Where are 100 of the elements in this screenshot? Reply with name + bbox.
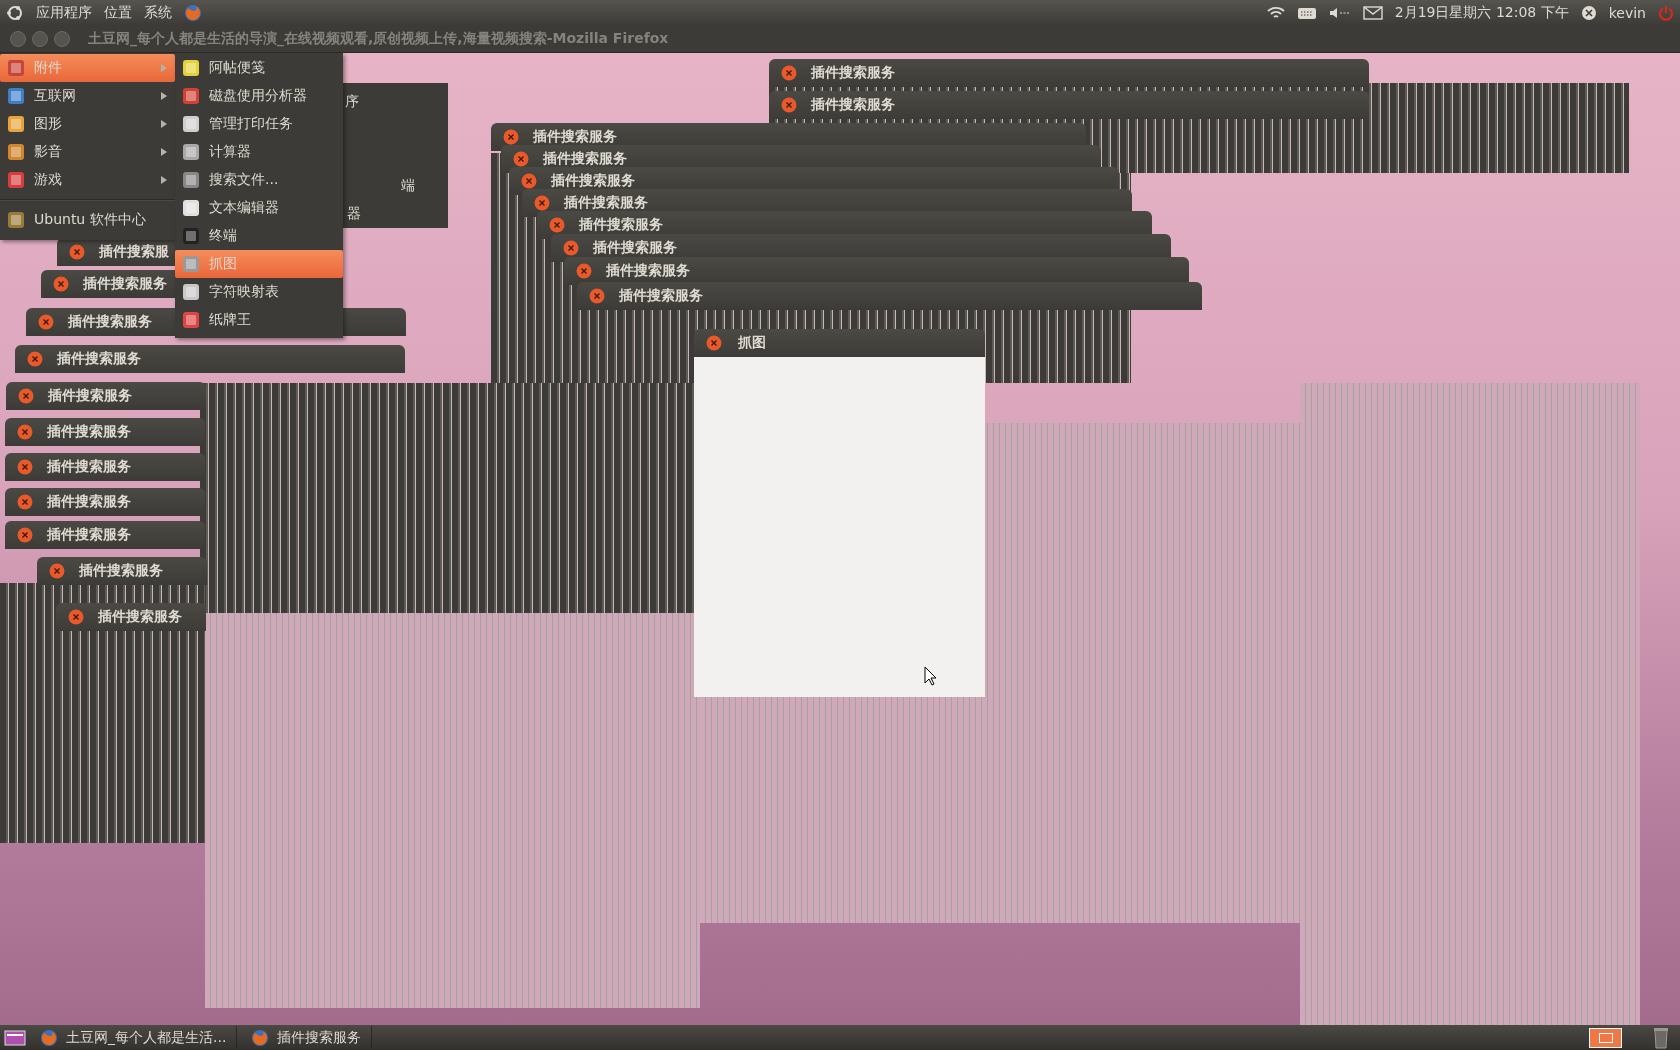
dialog-title: 插件搜索服务 (47, 526, 131, 544)
close-icon[interactable] (68, 609, 84, 625)
app-icon (181, 114, 201, 134)
app-icon (181, 226, 201, 246)
menu-item[interactable]: 纸牌王 (175, 306, 343, 334)
close-icon[interactable] (17, 424, 33, 440)
submenu-arrow-icon (161, 176, 167, 184)
app-icon (181, 282, 201, 302)
close-icon[interactable] (521, 173, 537, 189)
close-icon[interactable] (589, 288, 605, 304)
close-icon[interactable] (17, 494, 33, 510)
menu-item[interactable]: Ubuntu 软件中心 (0, 206, 175, 234)
menu-item[interactable]: 游戏 (0, 166, 175, 194)
dialog-title: 插件搜索服务 (543, 150, 627, 168)
submenu-arrow-icon (161, 64, 167, 72)
firefox-icon[interactable] (40, 1028, 58, 1047)
close-icon[interactable] (38, 314, 54, 330)
menu-item[interactable]: 搜索文件... (175, 166, 343, 194)
submenu-arrow-icon (161, 92, 167, 100)
dialog-title: 插件搜索服务 (811, 96, 895, 114)
firefox-icon[interactable] (184, 3, 202, 22)
menu-item[interactable]: 阿帖便笺 (175, 54, 343, 82)
menu-item[interactable]: 磁盘使用分析器 (175, 82, 343, 110)
panel-menu[interactable]: 系统 (144, 3, 172, 22)
close-icon[interactable] (563, 240, 579, 256)
dialog-title: 插件搜索服务 (47, 458, 131, 476)
show-desktop-icon[interactable] (4, 1028, 26, 1047)
close-icon[interactable] (69, 244, 85, 260)
menu-item[interactable]: 管理打印任务 (175, 110, 343, 138)
close-icon[interactable] (576, 263, 592, 279)
app-icon (6, 142, 26, 162)
menu-item[interactable]: 影音 (0, 138, 175, 166)
user-name[interactable]: kevin (1608, 4, 1646, 21)
dialog-title: 插件搜索服务 (68, 313, 152, 331)
app-icon (6, 86, 26, 106)
app-icon (6, 114, 26, 134)
close-icon[interactable] (17, 459, 33, 475)
dialog-title: 插件搜索服务 (579, 216, 663, 234)
app-icon (181, 310, 201, 330)
dialog-title: 插件搜索服务 (811, 64, 895, 82)
window-thumbnail-icon (1598, 1032, 1613, 1043)
taskbar-button[interactable]: 插件搜索服务 (241, 1026, 373, 1049)
app-icon (181, 198, 201, 218)
dialog-title: 插件搜索服 (99, 243, 169, 261)
dialog-title: 插件搜索服务 (48, 387, 132, 405)
menu-item[interactable]: 字符映射表 (175, 278, 343, 306)
close-icon[interactable] (781, 97, 797, 113)
panel-menu[interactable]: 应用程序 (36, 3, 92, 22)
close-icon[interactable] (781, 65, 797, 81)
submenu-arrow-icon (161, 120, 167, 128)
taskbar-button[interactable]: 土豆网_每个人都是生活... (30, 1026, 238, 1049)
close-icon[interactable] (706, 335, 722, 351)
close-icon[interactable] (49, 563, 65, 579)
submenu-arrow-icon (161, 148, 167, 156)
app-icon (6, 210, 26, 230)
close-icon[interactable] (17, 527, 33, 543)
dialog-title: 抓图 (738, 334, 766, 352)
workspace-switcher[interactable] (1589, 1027, 1622, 1048)
clock[interactable]: 2月19日星期六 12:08 下午 (1394, 3, 1569, 22)
mail-icon[interactable] (1362, 5, 1383, 20)
mouse-pointer-icon (924, 666, 938, 686)
dialog-title: 插件搜索服务 (79, 562, 163, 580)
close-icon[interactable] (18, 388, 34, 404)
app-icon (181, 254, 201, 274)
close-icon[interactable] (513, 151, 529, 167)
app-icon (181, 58, 201, 78)
app-icon (181, 86, 201, 106)
dialog-title: 插件搜索服务 (57, 350, 141, 368)
volume-icon[interactable] (1328, 5, 1351, 20)
app-icon (181, 142, 201, 162)
menu-item[interactable]: 互联网 (0, 82, 175, 110)
wifi-icon[interactable] (1266, 5, 1285, 20)
dialog-title: 插件搜索服务 (606, 262, 690, 280)
keyboard-icon[interactable] (1296, 5, 1317, 20)
dialog-title: 插件搜索服务 (47, 423, 131, 441)
menu-item[interactable]: 文本编辑器 (175, 194, 343, 222)
user-status-icon[interactable] (1580, 4, 1597, 21)
dialog-title: 插件搜索服务 (533, 128, 617, 146)
fragment-text: 序 (345, 93, 359, 111)
menu-item[interactable]: 图形 (0, 110, 175, 138)
close-icon[interactable] (53, 276, 69, 292)
panel-menu[interactable]: 位置 (104, 3, 132, 22)
dialog-title: 插件搜索服务 (551, 172, 635, 190)
dialog-title: 插件搜索服务 (564, 194, 648, 212)
window-title: 土豆网_每个人都是生活的导演_在线视频观看,原创视频上传,海量视频搜索-Mozilla Firefox (88, 29, 669, 48)
dialog-title: 插件搜索服务 (83, 275, 167, 293)
dialog-title: 插件搜索服务 (98, 608, 182, 626)
close-icon[interactable] (503, 129, 519, 145)
firefox-icon[interactable] (251, 1028, 270, 1047)
menu-item[interactable]: 计算器 (175, 138, 343, 166)
fragment-text: 器 (347, 205, 361, 223)
close-icon[interactable] (534, 195, 550, 211)
dialog-title: 插件搜索服务 (593, 239, 677, 257)
app-icon (6, 170, 26, 190)
ubuntu-logo-icon[interactable] (6, 3, 24, 22)
dialog-title: 插件搜索服务 (619, 287, 703, 305)
menu-item[interactable]: 终端 (175, 222, 343, 250)
close-icon[interactable] (549, 217, 565, 233)
close-icon[interactable] (27, 351, 43, 367)
fragment-text: 端 (401, 177, 415, 195)
